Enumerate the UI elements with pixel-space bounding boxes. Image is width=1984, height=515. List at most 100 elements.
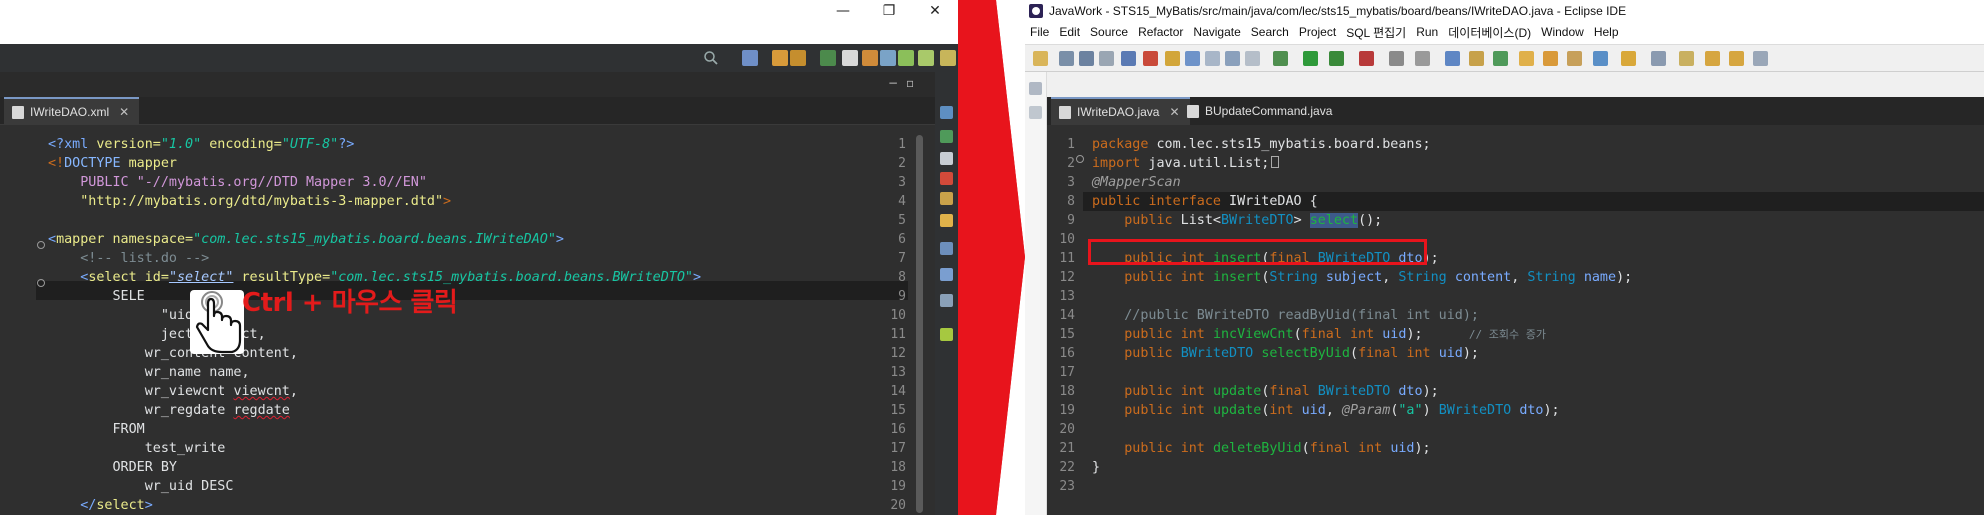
forward-history-icon[interactable] xyxy=(1753,51,1768,66)
perspective-icon[interactable] xyxy=(742,50,758,66)
globe-icon[interactable] xyxy=(1593,51,1608,66)
tab-iwritedao-java[interactable]: IWriteDAO.java ✕ xyxy=(1051,97,1190,125)
progress-icon[interactable] xyxy=(940,268,953,281)
menu-window[interactable]: Window xyxy=(1536,25,1589,39)
scrollbar-thumb[interactable] xyxy=(916,135,923,513)
terminal-icon[interactable] xyxy=(1143,51,1158,66)
restore-icon[interactable] xyxy=(1029,82,1042,95)
save-all-icon[interactable] xyxy=(1079,51,1094,66)
data-source-icon[interactable] xyxy=(940,294,953,307)
save-icon[interactable] xyxy=(1059,51,1074,66)
external-tools-icon[interactable] xyxy=(1359,51,1374,66)
open-folder-icon[interactable] xyxy=(1519,51,1534,66)
vertical-scrollbar[interactable] xyxy=(908,125,935,515)
java-editor[interactable]: 1 2 3 8 9 10 11 12 13 14 15 16 17 18 19 … xyxy=(1047,125,1984,515)
menu-search[interactable]: Search xyxy=(1246,25,1294,39)
print-icon[interactable] xyxy=(1099,51,1114,66)
minimize-button[interactable]: — xyxy=(820,0,866,22)
menu-project[interactable]: Project xyxy=(1294,25,1341,39)
menu-run[interactable]: Run xyxy=(1411,25,1443,39)
main-toolbar xyxy=(1025,44,1984,72)
servers-icon[interactable] xyxy=(940,172,953,185)
window-title: JavaWork - STS15_MyBatis/src/main/java/c… xyxy=(1049,4,1627,18)
package-explorer-icon[interactable] xyxy=(1029,106,1042,119)
git-icon[interactable] xyxy=(772,50,788,66)
pin-icon[interactable] xyxy=(1651,51,1666,66)
new-class-icon[interactable] xyxy=(1445,51,1460,66)
back-icon[interactable] xyxy=(1705,51,1720,66)
spring-icon[interactable] xyxy=(898,50,914,66)
minimize-view-button[interactable]: − xyxy=(888,76,898,90)
editor-area-header xyxy=(1047,72,1984,97)
problems-icon[interactable] xyxy=(940,152,953,165)
line-number: 12 xyxy=(890,346,906,361)
line-number: 18 xyxy=(890,460,906,475)
task-list-icon[interactable] xyxy=(940,130,953,143)
coverage-icon[interactable] xyxy=(1329,51,1344,66)
line-number: 10 xyxy=(1059,232,1075,247)
search-icon[interactable] xyxy=(703,50,719,66)
server-icon[interactable] xyxy=(1415,51,1430,66)
tab-bupdatecommand-java[interactable]: BUpdateCommand.java xyxy=(1179,97,1342,125)
restore-button[interactable]: ❐ xyxy=(866,0,912,22)
menu-refactor[interactable]: Refactor xyxy=(1133,25,1188,39)
ctrl-click-caption: Ctrl + 마우스 클릭 xyxy=(242,288,458,318)
maximize-view-button[interactable]: ▫ xyxy=(906,76,914,90)
team-icon[interactable] xyxy=(842,50,858,66)
java-file-icon xyxy=(1187,104,1199,118)
bookmarks-icon[interactable] xyxy=(940,192,953,205)
menu-sql-editor[interactable]: SQL 편집기 xyxy=(1341,24,1411,41)
open-type-icon[interactable] xyxy=(1165,51,1180,66)
menu-database[interactable]: 데이터베이스(D) xyxy=(1443,24,1536,41)
new-icon[interactable] xyxy=(1033,51,1048,66)
sync-icon[interactable] xyxy=(790,50,806,66)
pilcrow-icon[interactable] xyxy=(1225,51,1240,66)
debug-icon[interactable] xyxy=(820,50,836,66)
task-icon[interactable] xyxy=(1185,51,1200,66)
line-number: 3 xyxy=(898,175,906,190)
debug-run-icon[interactable] xyxy=(1273,51,1288,66)
search-view-icon[interactable] xyxy=(940,214,953,227)
java-ee-icon[interactable] xyxy=(862,50,878,66)
tab-iwritedao-xml[interactable]: IWriteDAO.xml ✕ xyxy=(4,97,140,125)
java-perspective-icon[interactable] xyxy=(918,50,934,66)
close-icon[interactable]: ✕ xyxy=(119,105,129,119)
skip-breakpoints-icon[interactable] xyxy=(1121,51,1136,66)
annotation-icon[interactable] xyxy=(1621,51,1636,66)
spring-explorer-icon[interactable] xyxy=(940,328,953,341)
extra-perspective-icon[interactable] xyxy=(940,50,956,66)
collapsed-import-marker[interactable] xyxy=(1271,156,1280,168)
code-line: public int deleteByUid(final int uid); xyxy=(1092,441,1431,456)
open-task-icon[interactable] xyxy=(1543,51,1558,66)
new-interface-icon[interactable] xyxy=(1493,51,1508,66)
line-number: 18 xyxy=(1059,384,1075,399)
menu-edit[interactable]: Edit xyxy=(1054,25,1085,39)
left-side-trim xyxy=(935,72,958,515)
code-line: } xyxy=(1092,460,1101,475)
link-icon[interactable] xyxy=(1245,51,1260,66)
fold-marker[interactable] xyxy=(37,241,45,249)
menu-file[interactable]: File xyxy=(1025,25,1054,39)
console-icon[interactable] xyxy=(940,242,953,255)
code-line: @MapperScan xyxy=(1092,175,1181,190)
close-button[interactable]: ✕ xyxy=(912,0,958,22)
menu-help[interactable]: Help xyxy=(1589,25,1624,39)
last-edit-icon[interactable] xyxy=(1679,51,1694,66)
menu-source[interactable]: Source xyxy=(1085,25,1133,39)
brush-icon[interactable] xyxy=(1567,51,1582,66)
menu-bar: File Edit Source Refactor Navigate Searc… xyxy=(1025,22,1984,42)
outline-icon[interactable] xyxy=(940,106,953,119)
forward-icon[interactable] xyxy=(1729,51,1744,66)
code-line: </select> xyxy=(48,498,153,513)
fold-marker[interactable] xyxy=(1076,155,1084,163)
mark-icon[interactable] xyxy=(1205,51,1220,66)
database-icon[interactable] xyxy=(880,50,896,66)
line-number: 22 xyxy=(1059,460,1075,475)
xml-editor[interactable]: 1 2 3 4 5 6 7 8 9 10 11 12 13 14 15 16 1… xyxy=(0,125,908,515)
new-package-icon[interactable] xyxy=(1469,51,1484,66)
select-method-link[interactable]: select xyxy=(1309,213,1359,228)
stop-icon[interactable] xyxy=(1389,51,1404,66)
run-icon[interactable] xyxy=(1303,51,1318,66)
menu-navigate[interactable]: Navigate xyxy=(1188,25,1245,39)
fold-marker[interactable] xyxy=(37,279,45,287)
